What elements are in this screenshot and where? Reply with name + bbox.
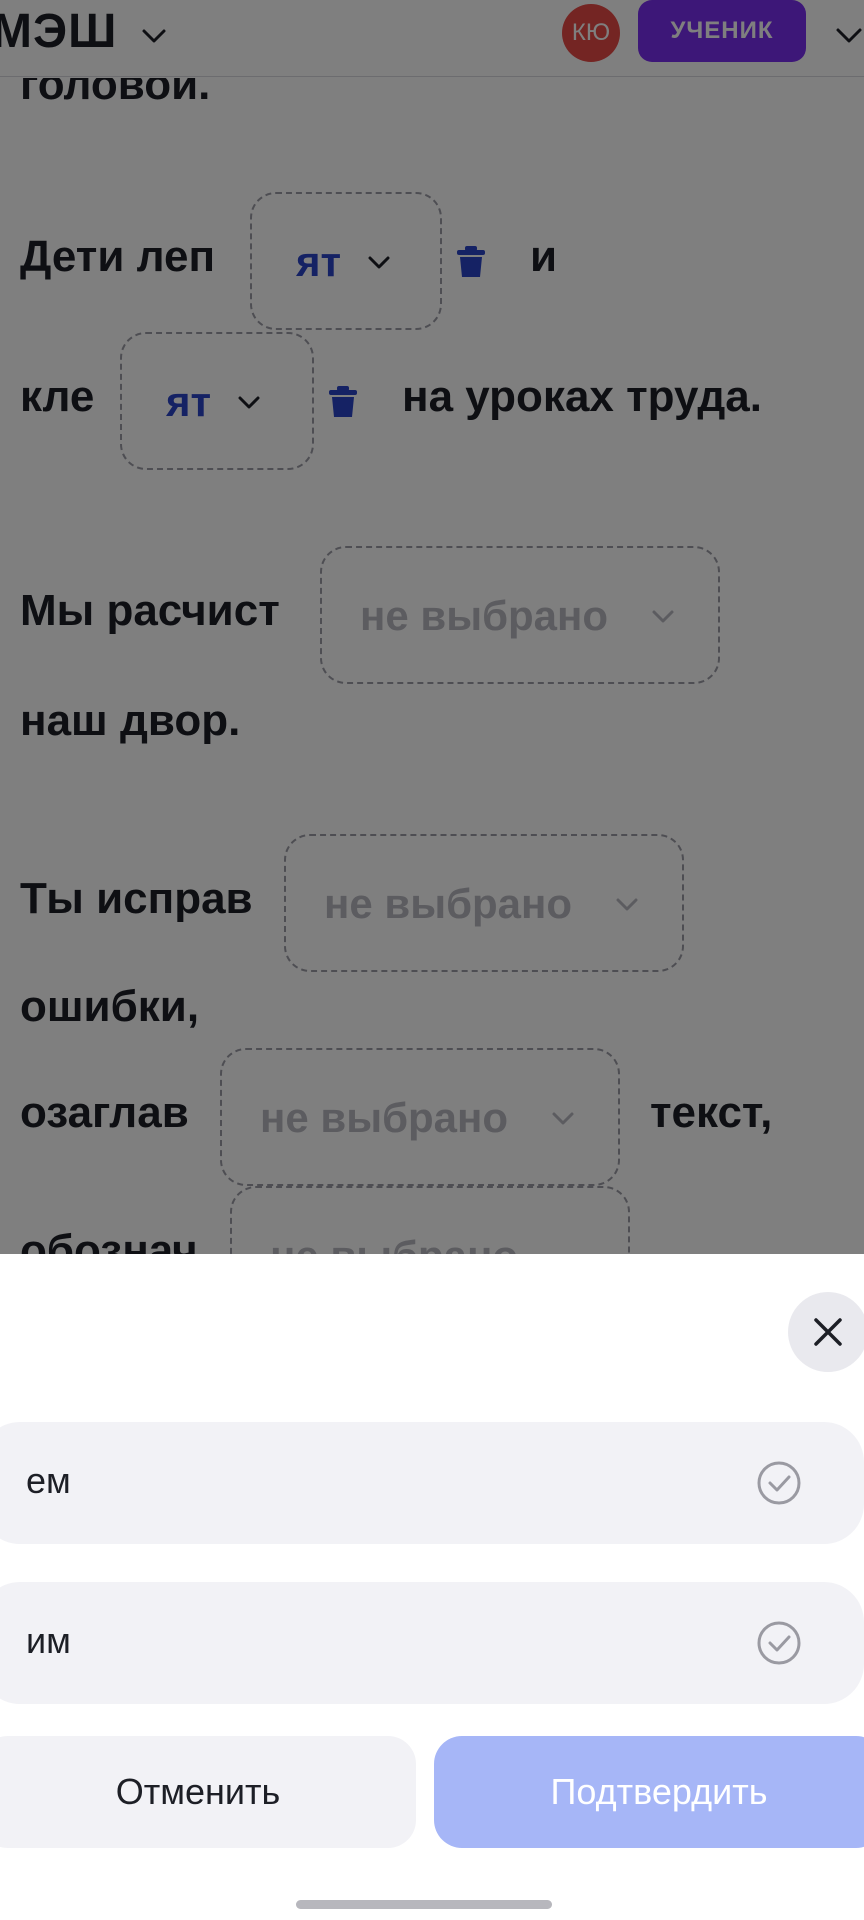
close-button[interactable]	[788, 1292, 864, 1372]
option-label: им	[26, 1620, 71, 1661]
option-label: ем	[26, 1460, 71, 1501]
option-item[interactable]: им	[0, 1582, 864, 1704]
cancel-button[interactable]: Отменить	[0, 1736, 416, 1848]
confirm-button[interactable]: Подтвердить	[434, 1736, 864, 1848]
check-circle-icon	[757, 1621, 801, 1665]
options-bottom-sheet: ем им Отменить Подтвердить	[0, 1254, 864, 1920]
close-icon	[814, 1318, 842, 1346]
home-indicator	[296, 1900, 552, 1909]
modal-backdrop[interactable]	[0, 0, 864, 1254]
check-circle-icon	[757, 1461, 801, 1505]
option-item[interactable]: ем	[0, 1422, 864, 1544]
